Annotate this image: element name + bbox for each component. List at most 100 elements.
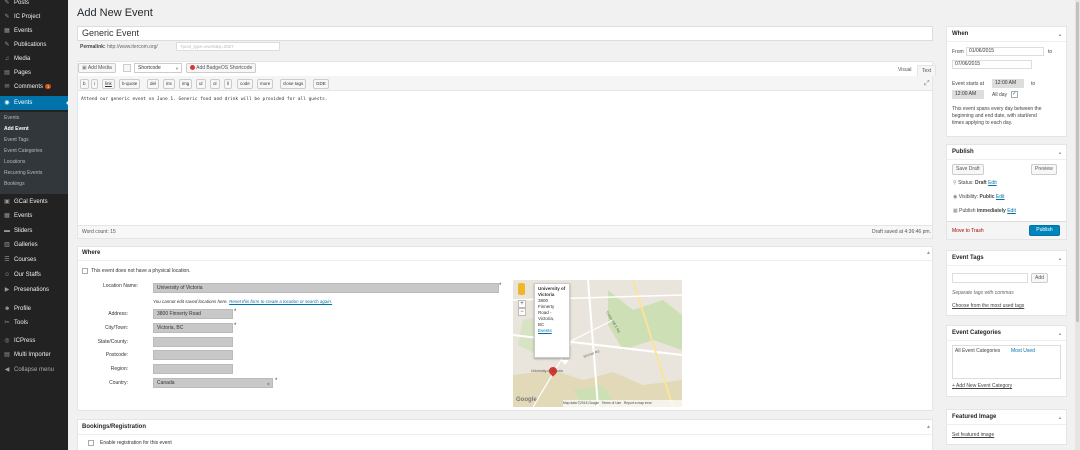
start-time-input[interactable]: 12:00 AM bbox=[992, 79, 1024, 88]
sidebar-item-label: Courses bbox=[14, 257, 37, 263]
location-map[interactable]: + − University of Victoria 3800 Finnerty… bbox=[513, 280, 682, 407]
map-attribution: Map data ©2015 Google Terms of Use Repor… bbox=[563, 400, 682, 407]
sidebar-item-courses[interactable]: ☰ Courses bbox=[0, 254, 68, 266]
qt-italic[interactable]: i bbox=[91, 79, 98, 89]
sidebar-item-presenations[interactable]: ▶ Presenations bbox=[0, 284, 68, 296]
country-select[interactable]: Canada ◆ bbox=[153, 378, 273, 388]
sidebar-item-posts[interactable]: ✎ Posts bbox=[0, 0, 68, 9]
postcode-input[interactable] bbox=[153, 350, 233, 360]
divider bbox=[947, 41, 1066, 42]
sidebar-item-ic-project[interactable]: ✎ IC Project bbox=[0, 11, 68, 23]
move-to-trash-link[interactable]: Move to Trash bbox=[952, 228, 984, 234]
sidebar-item-icpress[interactable]: ◎ ICPress bbox=[0, 335, 68, 347]
submenu-bookings[interactable]: Bookings bbox=[0, 179, 68, 190]
wrench-icon: ✂ bbox=[4, 320, 10, 326]
region-input[interactable] bbox=[153, 364, 233, 374]
tab-most-used[interactable]: Most Used bbox=[1011, 348, 1035, 354]
submenu-event-tags[interactable]: Event Tags bbox=[0, 135, 68, 146]
tab-text[interactable]: Text bbox=[917, 65, 937, 76]
qt-del[interactable]: del bbox=[147, 79, 160, 89]
qt-link[interactable]: link bbox=[102, 79, 115, 89]
slug-input[interactable]: ?post_type=event&p=2927 bbox=[176, 42, 280, 51]
enable-registration-checkbox[interactable] bbox=[88, 440, 94, 446]
start-date-input[interactable]: 01/06/2015 bbox=[966, 47, 1044, 56]
qt-bold[interactable]: b bbox=[80, 79, 89, 89]
no-location-checkbox[interactable] bbox=[82, 268, 88, 274]
qt-bquote[interactable]: b-quote bbox=[119, 79, 141, 89]
sidebar-item-sliders[interactable]: ▬ Sliders bbox=[0, 225, 68, 237]
all-day-checkbox[interactable]: ✓ bbox=[1011, 91, 1018, 98]
collapse-arrow-icon[interactable]: ▲ bbox=[1058, 256, 1062, 261]
shortcode-icon[interactable] bbox=[123, 64, 131, 72]
add-new-category-link[interactable]: + Add New Event Category bbox=[952, 383, 1012, 389]
submenu-locations[interactable]: Locations bbox=[0, 157, 68, 168]
choose-tags-link[interactable]: Choose from the most used tags bbox=[952, 303, 1024, 309]
preview-button[interactable]: Preview bbox=[1031, 164, 1057, 175]
shortcode-select[interactable]: Shortcode ▼ bbox=[134, 63, 182, 73]
submenu-event-categories[interactable]: Event Categories bbox=[0, 146, 68, 157]
set-featured-image-link[interactable]: Set featured image bbox=[952, 432, 994, 438]
editor-content[interactable]: Attend our generic event on June 1. Gene… bbox=[81, 97, 328, 102]
collapse-arrow-icon[interactable]: ▲ bbox=[1058, 331, 1062, 336]
sidebar-item-publications[interactable]: ✎ Publications bbox=[0, 39, 68, 51]
qt-ins[interactable]: ins bbox=[163, 79, 175, 89]
submenu-recurring-events[interactable]: Recurring Events bbox=[0, 168, 68, 179]
reset-location-link[interactable]: Reset this form to create a location or … bbox=[229, 299, 332, 304]
qt-ul[interactable]: ul bbox=[196, 79, 206, 89]
location-name-input[interactable]: University of Victoria bbox=[153, 283, 499, 293]
publish-button[interactable]: Publish bbox=[1029, 225, 1060, 236]
zoom-out-button[interactable]: − bbox=[518, 308, 526, 316]
state-input[interactable] bbox=[153, 337, 233, 347]
collapse-arrow-icon[interactable]: ▲ bbox=[926, 424, 931, 430]
map-report-link[interactable]: Report a map error bbox=[624, 401, 652, 405]
event-title-input[interactable]: Generic Event bbox=[77, 26, 933, 41]
edit-visibility-link[interactable]: Edit bbox=[996, 194, 1005, 200]
sidebar-item-events-2[interactable]: ▦ Events bbox=[0, 210, 68, 222]
city-input[interactable]: Victoria, BC bbox=[153, 323, 233, 333]
fullscreen-icon[interactable]: ⤢ bbox=[924, 80, 930, 88]
sidebar-item-multi-importer[interactable]: ▤ Multi Importer bbox=[0, 349, 68, 361]
end-time-input[interactable]: 12:00 AM bbox=[952, 90, 984, 99]
zoom-in-button[interactable]: + bbox=[518, 300, 526, 308]
map-terms-link[interactable]: Terms of Use bbox=[602, 401, 621, 405]
submenu-events[interactable]: Events bbox=[0, 113, 68, 124]
qt-close-tags[interactable]: close tags bbox=[280, 79, 307, 89]
submenu-add-event[interactable]: Add Event bbox=[0, 124, 68, 135]
qt-ol[interactable]: ol bbox=[210, 79, 220, 89]
collapse-arrow-icon[interactable]: ▲ bbox=[1058, 32, 1062, 37]
sidebar-item-media[interactable]: ♫ Media bbox=[0, 53, 68, 65]
address-input[interactable]: 3800 Finnerty Road bbox=[153, 309, 233, 319]
tab-all-categories[interactable]: All Event Categories bbox=[955, 348, 1000, 354]
sidebar-item-gcal-events[interactable]: ▣ GCal Events bbox=[0, 196, 68, 208]
qt-more[interactable]: more bbox=[257, 79, 274, 89]
sidebar-item-events-active[interactable]: ◉ Events bbox=[0, 96, 68, 110]
collapse-arrow-icon[interactable]: ▲ bbox=[926, 250, 931, 256]
status-value: Draft bbox=[975, 180, 987, 186]
qt-li[interactable]: li bbox=[224, 79, 232, 89]
popup-events-link[interactable]: Events bbox=[538, 328, 566, 334]
edit-publish-date-link[interactable]: Edit bbox=[1007, 208, 1016, 214]
collapse-arrow-icon[interactable]: ▲ bbox=[1058, 150, 1062, 155]
end-date-input[interactable]: 07/06/2015 bbox=[952, 60, 1032, 69]
tag-input[interactable] bbox=[952, 273, 1028, 283]
sidebar-item-profile[interactable]: ☻ Profile bbox=[0, 303, 68, 315]
sidebar-collapse-menu[interactable]: ◀ Collapse menu bbox=[0, 364, 68, 376]
sidebar-item-events[interactable]: ▦ Events bbox=[0, 25, 68, 37]
sidebar-item-pages[interactable]: ▤ Pages bbox=[0, 67, 68, 79]
tab-visual[interactable]: Visual bbox=[894, 65, 916, 76]
sidebar-item-comments[interactable]: ✉ Comments 1 bbox=[0, 81, 68, 93]
sidebar-item-galleries[interactable]: ▥ Galleries bbox=[0, 239, 68, 251]
edit-status-link[interactable]: Edit bbox=[988, 180, 997, 186]
add-tag-button[interactable]: Add bbox=[1031, 273, 1048, 283]
add-media-button[interactable]: ▣ Add Media bbox=[78, 63, 116, 73]
sidebar-item-our-staffs[interactable]: ☺ Our Staffs bbox=[0, 269, 68, 281]
collapse-arrow-icon[interactable]: ▲ bbox=[1058, 415, 1062, 420]
qt-img[interactable]: img bbox=[179, 79, 193, 89]
scrollbar-thumb[interactable] bbox=[1076, 2, 1079, 322]
sidebar-item-tools[interactable]: ✂ Tools bbox=[0, 317, 68, 329]
qt-gde[interactable]: GDE bbox=[313, 79, 329, 89]
pegman-icon[interactable] bbox=[518, 283, 525, 295]
qt-code[interactable]: code bbox=[237, 79, 253, 89]
save-draft-button[interactable]: Save Draft bbox=[952, 164, 984, 175]
add-badgeos-shortcode-button[interactable]: Add BadgeOS Shortcode bbox=[186, 63, 257, 73]
